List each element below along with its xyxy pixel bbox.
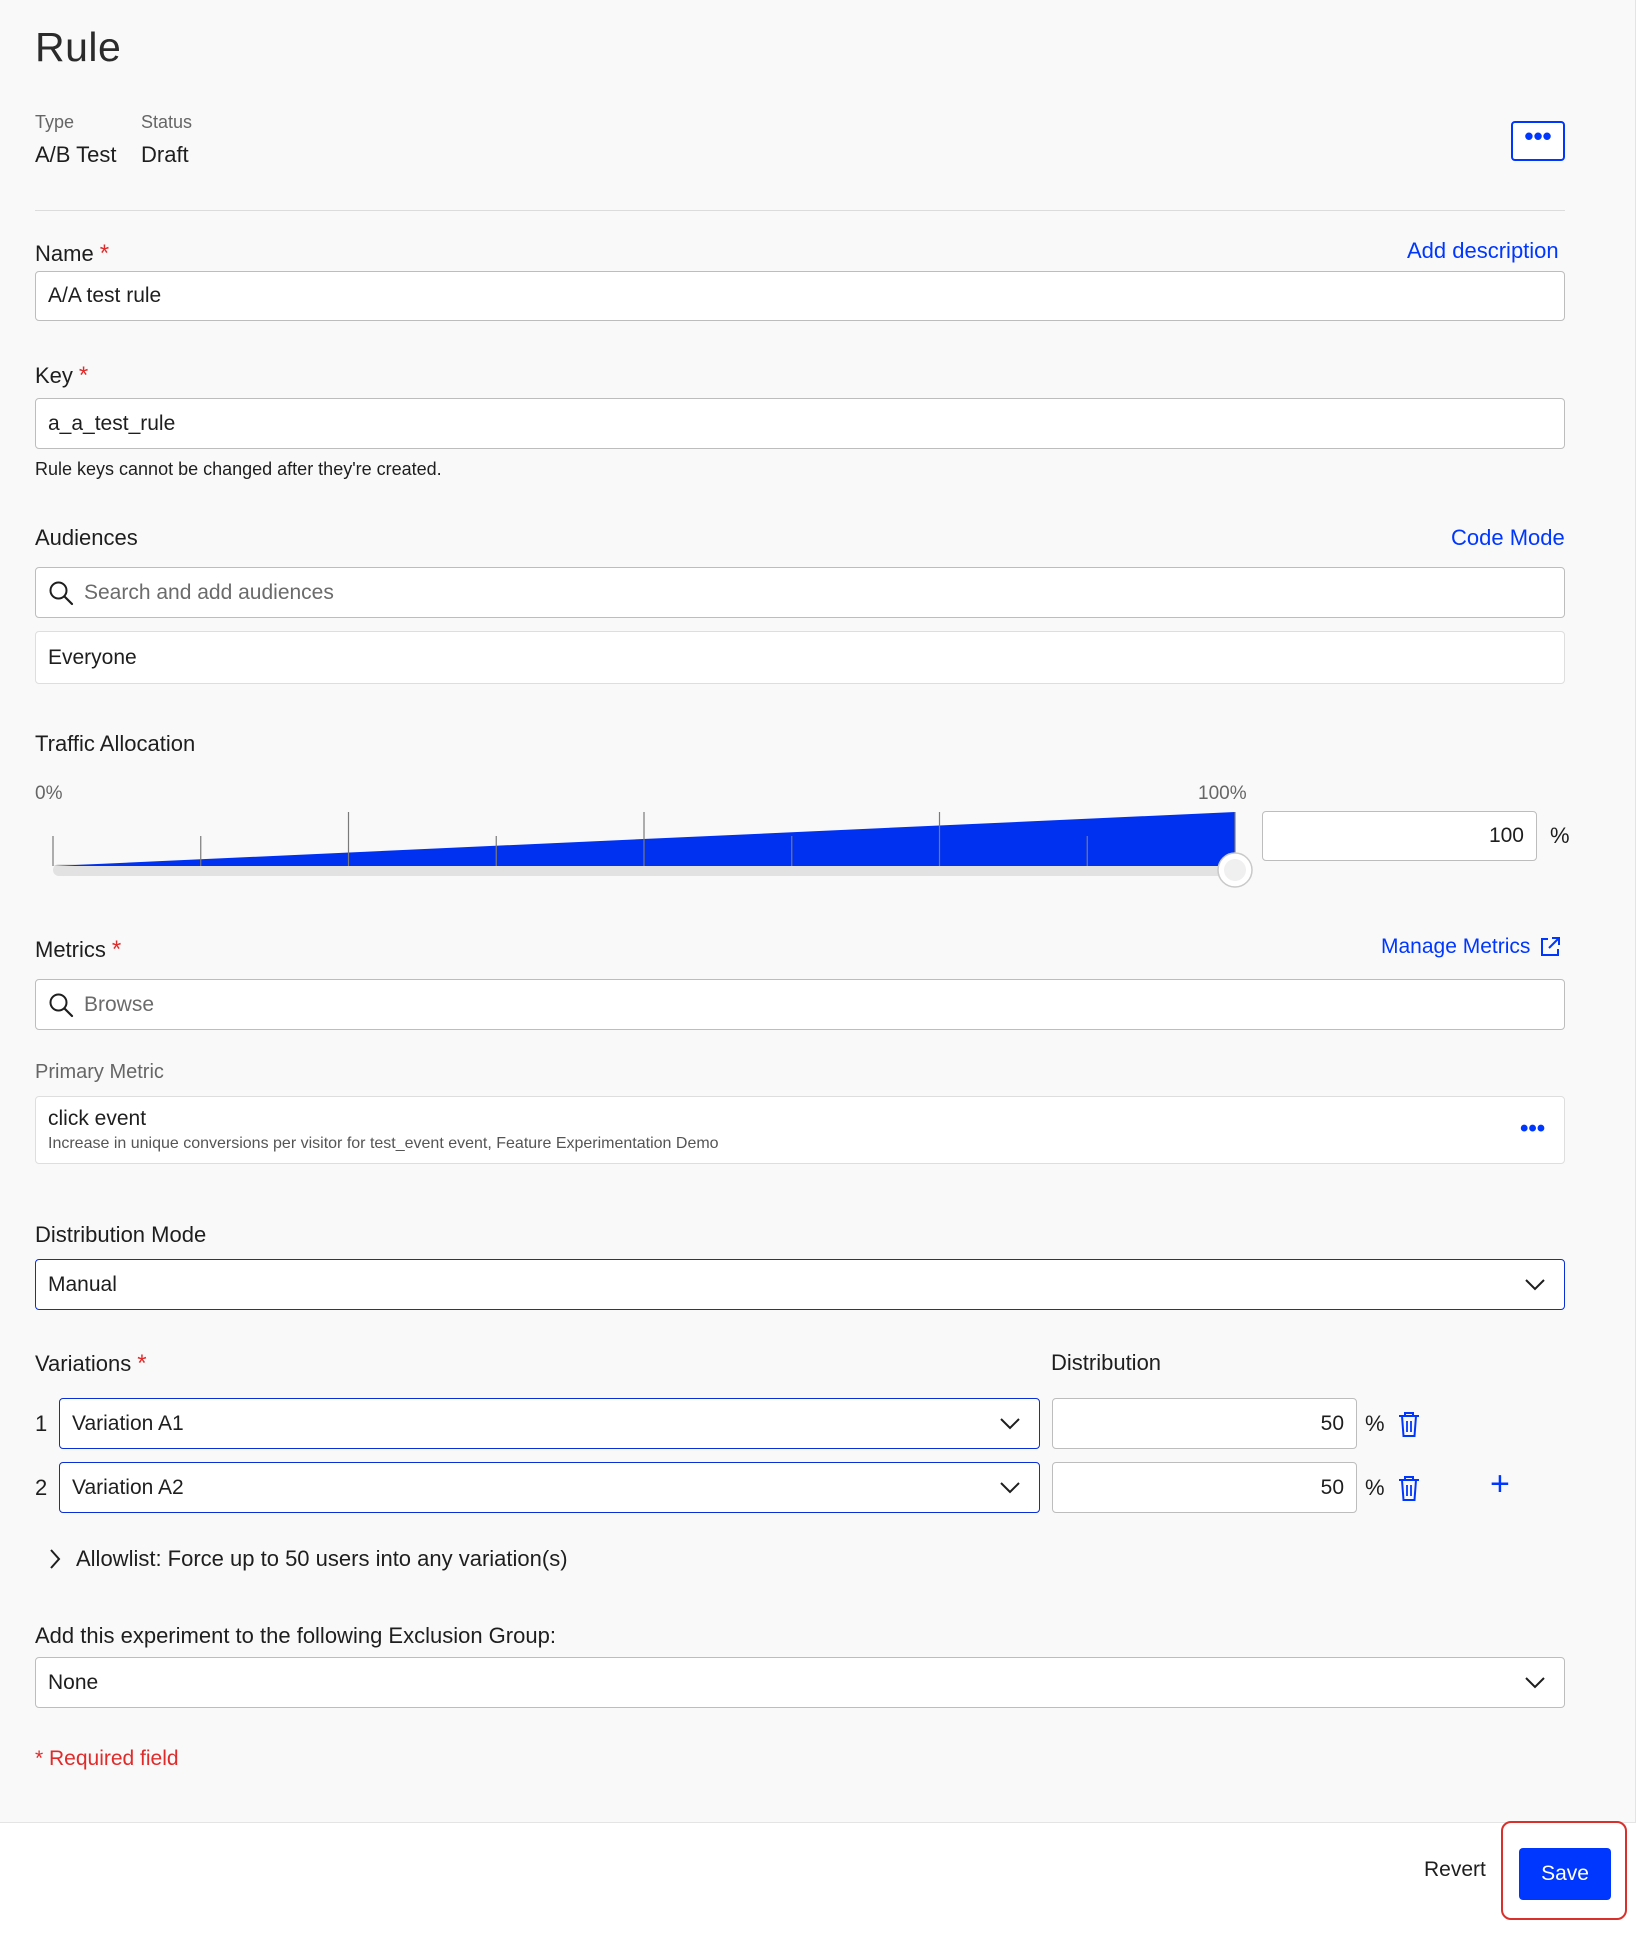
trash-icon[interactable] [1397,1474,1421,1502]
revert-button[interactable]: Revert [1424,1858,1486,1882]
manage-metrics-label: Manage Metrics [1381,935,1531,958]
allowlist-label: Allowlist: Force up to 50 users into any… [76,1546,568,1571]
name-input[interactable]: A/A test rule [35,271,1565,321]
variation-percent-input[interactable]: 50 [1052,1398,1357,1449]
name-input-value: A/A test rule [48,284,162,307]
name-label-text: Name [35,241,94,266]
manage-metrics-link[interactable]: Manage Metrics [1381,935,1562,959]
variation-percent-value: 50 [1320,1475,1344,1499]
save-button[interactable]: Save [1519,1848,1611,1900]
key-label-text: Key [35,363,73,388]
primary-metric-card: click event Increase in unique conversio… [35,1096,1565,1164]
code-mode-link[interactable]: Code Mode [1451,525,1565,551]
required-asterisk: * [78,362,89,389]
audience-item-everyone: Everyone [35,631,1565,684]
type-label: Type [35,112,75,132]
variation-percent-input[interactable]: 50 [1052,1462,1357,1513]
header-divider [35,210,1565,211]
slider-thumb[interactable] [1217,852,1253,888]
metrics-label-text: Metrics [35,937,106,962]
key-input-value: a_a_test_rule [48,411,176,435]
key-label: Key * [35,362,88,390]
key-helper-text: Rule keys cannot be changed after they'r… [35,459,442,479]
distribution-label: Distribution [1051,1350,1162,1375]
traffic-allocation-slider[interactable] [35,800,1265,900]
metrics-browse-placeholder: Browse [84,992,155,1016]
traffic-percent-unit: % [1550,823,1570,848]
variation-index: 1 [35,1411,48,1436]
primary-metric-more-button[interactable]: ••• [1520,1115,1545,1143]
traffic-percent-input[interactable]: 100 [1262,811,1537,861]
metrics-browse-input[interactable]: Browse [35,979,1565,1030]
chevron-down-icon [1525,1676,1545,1688]
primary-metric-description: Increase in unique conversions per visit… [48,1135,719,1152]
required-asterisk: * [111,936,122,963]
variation-percent-value: 50 [1320,1411,1344,1435]
external-link-icon [1541,937,1561,956]
page-title: Rule [35,24,122,70]
distribution-mode-select[interactable]: Manual [35,1259,1565,1310]
exclusion-group-label: Add this experiment to the following Exc… [35,1623,556,1648]
key-input[interactable]: a_a_test_rule [35,398,1565,449]
exclusion-group-select[interactable]: None [35,1657,1565,1708]
variation-percent-unit: % [1365,1475,1385,1500]
distribution-mode-value: Manual [48,1272,117,1296]
primary-metric-label: Primary Metric [35,1061,164,1083]
required-asterisk: * [99,240,110,267]
required-field-note: * Required field [35,1747,179,1770]
variation-index: 2 [35,1475,48,1500]
variation-name: Variation A1 [72,1411,184,1435]
add-variation-button[interactable]: + [1490,1465,1510,1504]
trash-icon[interactable] [1397,1410,1421,1438]
add-description-link[interactable]: Add description [1407,238,1559,264]
audiences-label: Audiences [35,525,138,550]
footer-bar [0,1822,1636,1935]
variation-name: Variation A2 [72,1475,184,1499]
search-icon [49,993,74,1017]
rule-more-options-button[interactable]: ••• [1511,121,1565,161]
audience-search-input[interactable]: Search and add audiences [35,567,1565,618]
search-icon [49,581,74,605]
chevron-right-icon [50,1549,61,1569]
chevron-down-icon [1525,1278,1545,1290]
status-value: Draft [141,142,189,167]
metrics-label: Metrics * [35,936,121,964]
required-asterisk: * [137,1350,147,1377]
variations-label: Variations * [35,1350,147,1378]
audience-search-placeholder: Search and add audiences [84,580,334,604]
audience-item-label: Everyone [48,645,137,669]
variation-percent-unit: % [1365,1411,1385,1436]
allowlist-toggle[interactable]: Allowlist: Force up to 50 users into any… [48,1546,568,1572]
type-value: A/B Test [35,142,117,167]
primary-metric-name: click event [48,1107,147,1130]
variation-select[interactable]: Variation A1 [59,1398,1040,1449]
chevron-down-icon [1000,1481,1020,1493]
variation-select[interactable]: Variation A2 [59,1462,1040,1513]
distribution-mode-label: Distribution Mode [35,1222,207,1247]
traffic-percent-value: 100 [1488,824,1524,847]
exclusion-group-value: None [48,1670,99,1694]
more-icon: ••• [1524,121,1552,151]
chevron-down-icon [1000,1417,1020,1429]
traffic-allocation-label: Traffic Allocation [35,731,196,756]
name-label: Name * [35,240,109,268]
variations-label-text: Variations [35,1351,132,1376]
status-label: Status [141,112,193,132]
